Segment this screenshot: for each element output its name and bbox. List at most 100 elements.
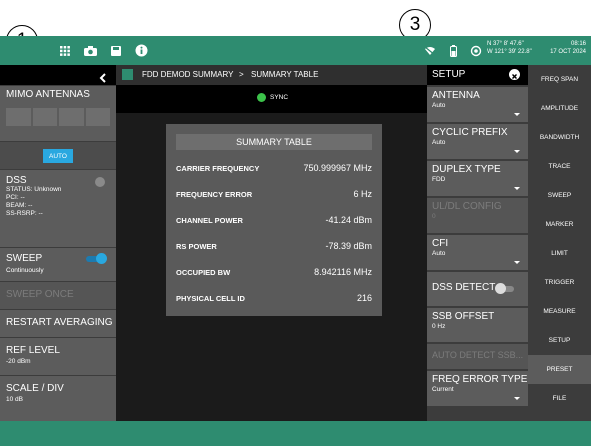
mimo-antennas-group: MIMO ANTENNAS — [0, 86, 116, 141]
scale-div-group[interactable]: SCALE / DIV 10 dB — [0, 376, 116, 421]
table-row: CHANNEL POWER -41.24 dBm — [176, 214, 372, 230]
scale-div-value: 10 dB — [6, 396, 23, 403]
breadcrumb-view[interactable]: SUMMARY TABLE — [251, 70, 318, 79]
gps-latitude: N 37° 8' 47.6" — [487, 41, 524, 47]
left-quick-panel: MIMO ANTENNAS AUTO DSS STATUS: Unknown P… — [0, 65, 116, 421]
chevron-down-icon — [514, 397, 520, 400]
breadcrumb-measurement[interactable]: FDD DEMOD SUMMARY — [142, 70, 233, 79]
menu-marker[interactable]: MARKER — [528, 210, 591, 239]
ul-dl-config-label: UL/DL CONFIG — [432, 201, 502, 212]
clock-date: 17 OCT 2024 — [550, 49, 586, 55]
ssb-offset-value: 0 Hz — [432, 323, 446, 330]
menu-sweep[interactable]: SWEEP — [528, 181, 591, 210]
summary-table-title: SUMMARY TABLE — [176, 134, 372, 150]
row-label: CHANNEL POWER — [176, 216, 243, 225]
chevron-down-icon — [514, 113, 520, 116]
antenna-1-icon[interactable] — [6, 108, 31, 126]
antenna-indicators — [6, 108, 110, 126]
duplex-type-label: DUPLEX TYPE — [432, 164, 501, 175]
sync-label: SYNC — [270, 94, 289, 101]
camera-icon[interactable] — [80, 36, 100, 65]
menu-setup[interactable]: SETUP — [528, 326, 591, 355]
chevron-down-icon — [514, 187, 520, 190]
wifi-off-icon — [420, 36, 440, 65]
menu-preset[interactable]: PRESET — [528, 355, 591, 384]
sync-status-icon — [257, 93, 266, 102]
auto-detect-ssb-button[interactable]: AUTO DETECT SSB... — [427, 344, 528, 369]
auto-detect-ssb-label: AUTO DETECT SSB... — [432, 350, 524, 360]
sweep-group[interactable]: SWEEP Continuously — [0, 248, 116, 281]
antenna-value: Auto — [432, 102, 446, 109]
dss-detect-toggle-knob — [495, 283, 506, 294]
gps-icon — [467, 36, 485, 65]
breadcrumb-separator: > — [239, 70, 244, 79]
dss-beam: BEAM: -- — [6, 202, 33, 209]
menu-bandwidth[interactable]: BANDWIDTH — [528, 123, 591, 152]
antenna-2-icon[interactable] — [32, 108, 57, 126]
cyclic-prefix-dropdown[interactable]: CYCLIC PREFIX Auto — [427, 124, 528, 159]
info-icon[interactable] — [132, 36, 152, 65]
menu-amplitude[interactable]: AMPLITUDE — [528, 94, 591, 123]
chevron-down-icon — [514, 261, 520, 264]
chevron-down-icon — [514, 150, 520, 153]
mimo-antennas-label: MIMO ANTENNAS — [6, 89, 90, 100]
cyclic-prefix-label: CYCLIC PREFIX — [432, 127, 508, 138]
row-label: CARRIER FREQUENCY — [176, 164, 260, 173]
row-value: 750.999967 MHz — [303, 163, 372, 173]
table-row: PHYSICAL CELL ID 216 — [176, 292, 372, 308]
dss-status: STATUS: Unknown — [6, 186, 62, 193]
left-panel-header — [0, 65, 116, 85]
menu-trigger[interactable]: TRIGGER — [528, 268, 591, 297]
dss-ss-rsrp: SS-RSRP: -- — [6, 210, 43, 217]
table-row: OCCUPIED BW 8.942116 MHz — [176, 266, 372, 282]
clock-time: 08:16 — [570, 41, 586, 47]
row-value: 8.942116 MHz — [314, 267, 372, 277]
menu-trace[interactable]: TRACE — [528, 152, 591, 181]
gps-longitude: W 121° 39' 22.8" — [487, 49, 532, 55]
auto-button[interactable]: AUTO — [43, 149, 73, 163]
duplex-type-dropdown[interactable]: DUPLEX TYPE FDD — [427, 161, 528, 196]
freq-error-type-dropdown[interactable]: FREQ ERROR TYPE Current — [427, 371, 528, 406]
antenna-4-icon[interactable] — [85, 108, 110, 126]
restart-averaging-label: RESTART AVERAGING — [6, 317, 113, 328]
apps-grid-icon[interactable] — [55, 36, 75, 65]
dss-status-indicator — [95, 177, 105, 187]
restart-averaging-button[interactable]: RESTART AVERAGING — [0, 310, 116, 337]
row-label: FREQUENCY ERROR — [176, 190, 253, 199]
row-label: RS POWER — [176, 242, 217, 251]
ul-dl-config-field[interactable]: UL/DL CONFIG 0 — [427, 198, 528, 233]
setup-title: SETUP — [432, 69, 466, 80]
close-setup-icon[interactable] — [509, 69, 520, 80]
sync-bar: SYNC — [116, 85, 427, 113]
freq-error-type-label: FREQ ERROR TYPE — [432, 374, 528, 385]
main-menu: FREQ SPAN AMPLITUDE BANDWIDTH TRACE SWEE… — [528, 65, 591, 421]
ref-level-group[interactable]: REF LEVEL -20 dBm — [0, 338, 116, 375]
save-icon[interactable] — [106, 36, 126, 65]
sweep-once-button[interactable]: SWEEP ONCE — [0, 282, 116, 309]
summary-table: SUMMARY TABLE CARRIER FREQUENCY 750.9999… — [166, 124, 382, 316]
sweep-toggle-knob — [96, 253, 107, 264]
ssb-offset-field[interactable]: SSB OFFSET 0 Hz — [427, 308, 528, 342]
antenna-label: ANTENNA — [432, 90, 480, 101]
cfi-dropdown[interactable]: CFI Auto — [427, 235, 528, 270]
ref-level-value: -20 dBm — [6, 358, 31, 365]
cyclic-prefix-value: Auto — [432, 139, 446, 146]
ssb-offset-label: SSB OFFSET — [432, 311, 495, 322]
freq-error-type-value: Current — [432, 386, 454, 393]
row-value: 216 — [356, 293, 372, 303]
setup-panel: SETUP ANTENNA Auto CYCLIC PREFIX Auto DU… — [427, 65, 528, 421]
auto-row: AUTO — [0, 142, 116, 169]
menu-measure[interactable]: MEASURE — [528, 297, 591, 326]
dss-detect-row[interactable]: DSS DETECT — [427, 272, 528, 306]
battery-icon — [446, 36, 460, 65]
antenna-3-icon[interactable] — [59, 108, 84, 126]
menu-freq-span[interactable]: FREQ SPAN — [528, 65, 591, 94]
collapse-panel-icon[interactable] — [98, 70, 108, 83]
dss-pci: PCI: -- — [6, 194, 25, 201]
cfi-label: CFI — [432, 238, 449, 249]
antenna-dropdown[interactable]: ANTENNA Auto — [427, 87, 528, 122]
row-value: 6 Hz — [353, 189, 372, 199]
menu-file[interactable]: FILE — [528, 384, 591, 413]
dss-group[interactable]: DSS STATUS: Unknown PCI: -- BEAM: -- SS-… — [0, 170, 116, 247]
menu-limit[interactable]: LIMIT — [528, 239, 591, 268]
